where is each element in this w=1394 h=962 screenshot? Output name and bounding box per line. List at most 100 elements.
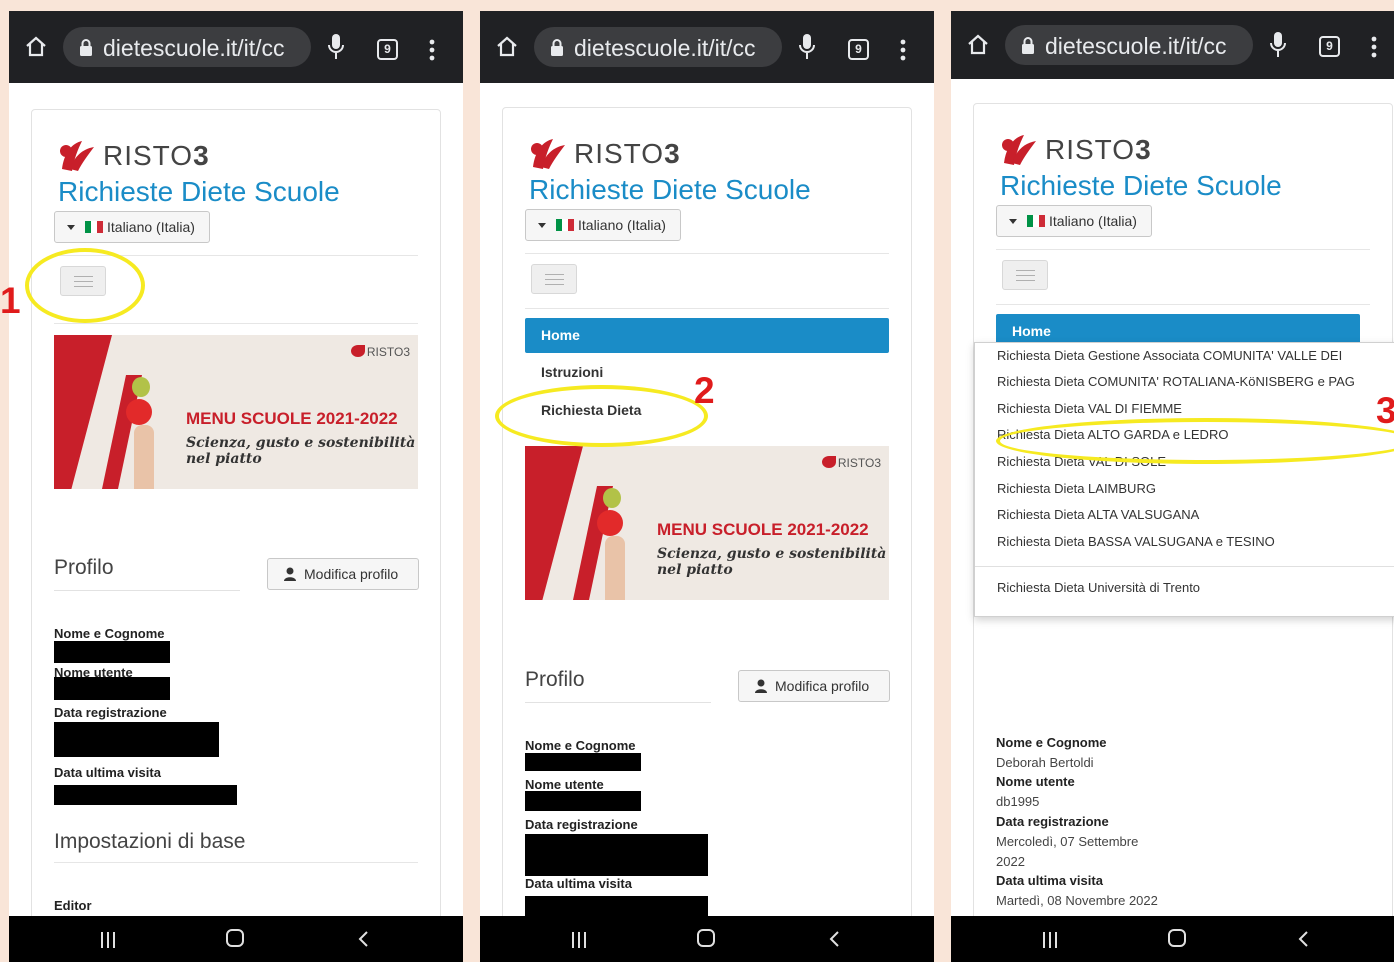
logo-flower-icon (60, 141, 94, 171)
highlight-circle-2 (495, 385, 708, 447)
home-button-icon[interactable] (226, 929, 244, 947)
language-selector[interactable]: Italiano (Italia) (54, 211, 210, 243)
android-nav-bar (480, 916, 934, 962)
banner-hand (134, 425, 154, 489)
hamburger-line (1016, 280, 1035, 281)
browser-toolbar: dietescuole.it/it/cc 9 (951, 11, 1394, 79)
banner-hand (605, 536, 625, 600)
redacted-username (54, 677, 170, 700)
back-icon[interactable] (828, 931, 840, 947)
android-nav-bar (951, 916, 1394, 962)
dropdown-item[interactable]: Richiesta Dieta BASSA VALSUGANA e TESINO (997, 534, 1275, 549)
profile-heading: Profilo (525, 668, 585, 691)
logo-text: RISTO (1045, 134, 1136, 165)
home-button-icon[interactable] (697, 929, 715, 947)
browser-toolbar: dietescuole.it/it/cc 9 (480, 11, 934, 83)
highlight-circle-3 (996, 418, 1394, 464)
recent-apps-icon[interactable] (100, 932, 116, 948)
menu-banner[interactable]: RISTO3 MENU SCUOLE 2021-2022 Scienza, gu… (54, 335, 418, 489)
hamburger-menu-button[interactable] (1002, 260, 1048, 290)
registration-date-label: Data registrazione (996, 814, 1109, 829)
site-title[interactable]: Richieste Diete Scuole (58, 176, 340, 208)
caret-down-icon (67, 225, 75, 230)
redacted-registration-date (54, 722, 219, 757)
registration-date-year: 2022 (996, 854, 1025, 869)
page-card: RISTO3 Richieste Diete Scuole Italiano (… (31, 109, 441, 962)
name-label: Nome e Cognome (525, 738, 636, 753)
redacted-name (54, 641, 170, 663)
address-bar[interactable]: dietescuole.it/it/cc (1005, 25, 1253, 65)
microphone-icon[interactable] (327, 33, 345, 61)
dropdown-item[interactable]: Richiesta Dieta VAL DI FIEMME (997, 401, 1182, 416)
more-options-icon[interactable] (900, 39, 906, 61)
tab-switcher-icon[interactable]: 9 (848, 39, 869, 60)
more-options-icon[interactable] (429, 39, 435, 61)
logo-number: 3 (1135, 134, 1152, 165)
step-number-2: 2 (694, 370, 715, 411)
more-options-icon[interactable] (1371, 36, 1377, 58)
banner-olive (603, 488, 621, 508)
lock-icon (551, 39, 563, 56)
dropdown-item[interactable]: Richiesta Dieta Gestione Associata COMUN… (997, 348, 1342, 363)
menu-banner[interactable]: RISTO3 MENU SCUOLE 2021-2022 Scienza, gu… (525, 446, 889, 600)
hamburger-line (1016, 270, 1035, 271)
redacted-registration-date (525, 834, 708, 876)
username-label: Nome utente (996, 774, 1075, 789)
username-label: Nome utente (525, 777, 604, 792)
phone-screenshot-2: dietescuole.it/it/cc 9 RISTO3 Richieste … (480, 11, 934, 962)
dropdown-item[interactable]: Richiesta Dieta LAIMBURG (997, 481, 1156, 496)
caret-down-icon (1009, 219, 1017, 224)
home-button-icon[interactable] (1168, 929, 1186, 947)
recent-apps-icon[interactable] (571, 932, 587, 948)
lock-icon (80, 39, 92, 56)
language-selector[interactable]: Italiano (Italia) (996, 205, 1152, 237)
url-text: dietescuole.it/it/cc (103, 35, 285, 61)
dropdown-item[interactable]: Richiesta Dieta Università di Trento (997, 580, 1200, 595)
name-value: Deborah Bertoldi (996, 755, 1094, 770)
registration-date-value: Mercoledì, 07 Settembre (996, 834, 1139, 849)
microphone-icon[interactable] (798, 33, 816, 61)
redacted-name (525, 753, 641, 771)
banner-title: MENU SCUOLE 2021-2022 (186, 409, 398, 428)
dropdown-item[interactable]: Richiesta Dieta COMUNITA' ROTALIANA-KöNI… (997, 374, 1355, 389)
language-label: Italiano (Italia) (107, 219, 195, 235)
microphone-icon[interactable] (1269, 31, 1287, 59)
dropdown-item[interactable]: Richiesta Dieta ALTA VALSUGANA (997, 507, 1199, 522)
hamburger-line (1016, 275, 1035, 276)
nav-home[interactable]: Home (525, 318, 889, 353)
registration-date-label: Data registrazione (54, 705, 167, 720)
divider (525, 253, 889, 254)
android-nav-bar (9, 916, 463, 962)
tab-switcher-icon[interactable]: 9 (377, 39, 398, 60)
banner-tomato (126, 399, 152, 425)
recent-apps-icon[interactable] (1042, 932, 1058, 948)
hamburger-line (545, 284, 564, 285)
home-icon[interactable] (25, 35, 47, 57)
language-selector[interactable]: Italiano (Italia) (525, 209, 681, 241)
tab-switcher-icon[interactable]: 9 (1319, 36, 1340, 57)
address-bar[interactable]: dietescuole.it/it/cc (534, 27, 782, 67)
site-title[interactable]: Richieste Diete Scuole (529, 174, 811, 206)
username-value: db1995 (996, 794, 1040, 809)
edit-profile-button[interactable]: Modifica profilo (267, 558, 419, 590)
logo-number: 3 (664, 138, 681, 169)
address-bar[interactable]: dietescuole.it/it/cc (63, 27, 311, 67)
home-icon[interactable] (496, 35, 518, 57)
highlight-circle-1 (25, 248, 145, 323)
back-icon[interactable] (357, 931, 369, 947)
home-icon[interactable] (967, 33, 989, 55)
divider (996, 249, 1370, 250)
edit-profile-button[interactable]: Modifica profilo (738, 670, 890, 702)
banner-stripe (54, 335, 112, 489)
registration-date-label: Data registrazione (525, 817, 638, 832)
redacted-last-visit (525, 896, 708, 918)
back-icon[interactable] (1297, 931, 1309, 947)
divider (525, 308, 889, 309)
redacted-username (525, 791, 641, 811)
site-title[interactable]: Richieste Diete Scuole (1000, 170, 1282, 202)
hamburger-menu-button[interactable] (531, 264, 577, 294)
divider (54, 590, 240, 591)
logo-flower-icon (1002, 135, 1036, 165)
banner-olive (132, 377, 150, 397)
divider (525, 702, 711, 703)
